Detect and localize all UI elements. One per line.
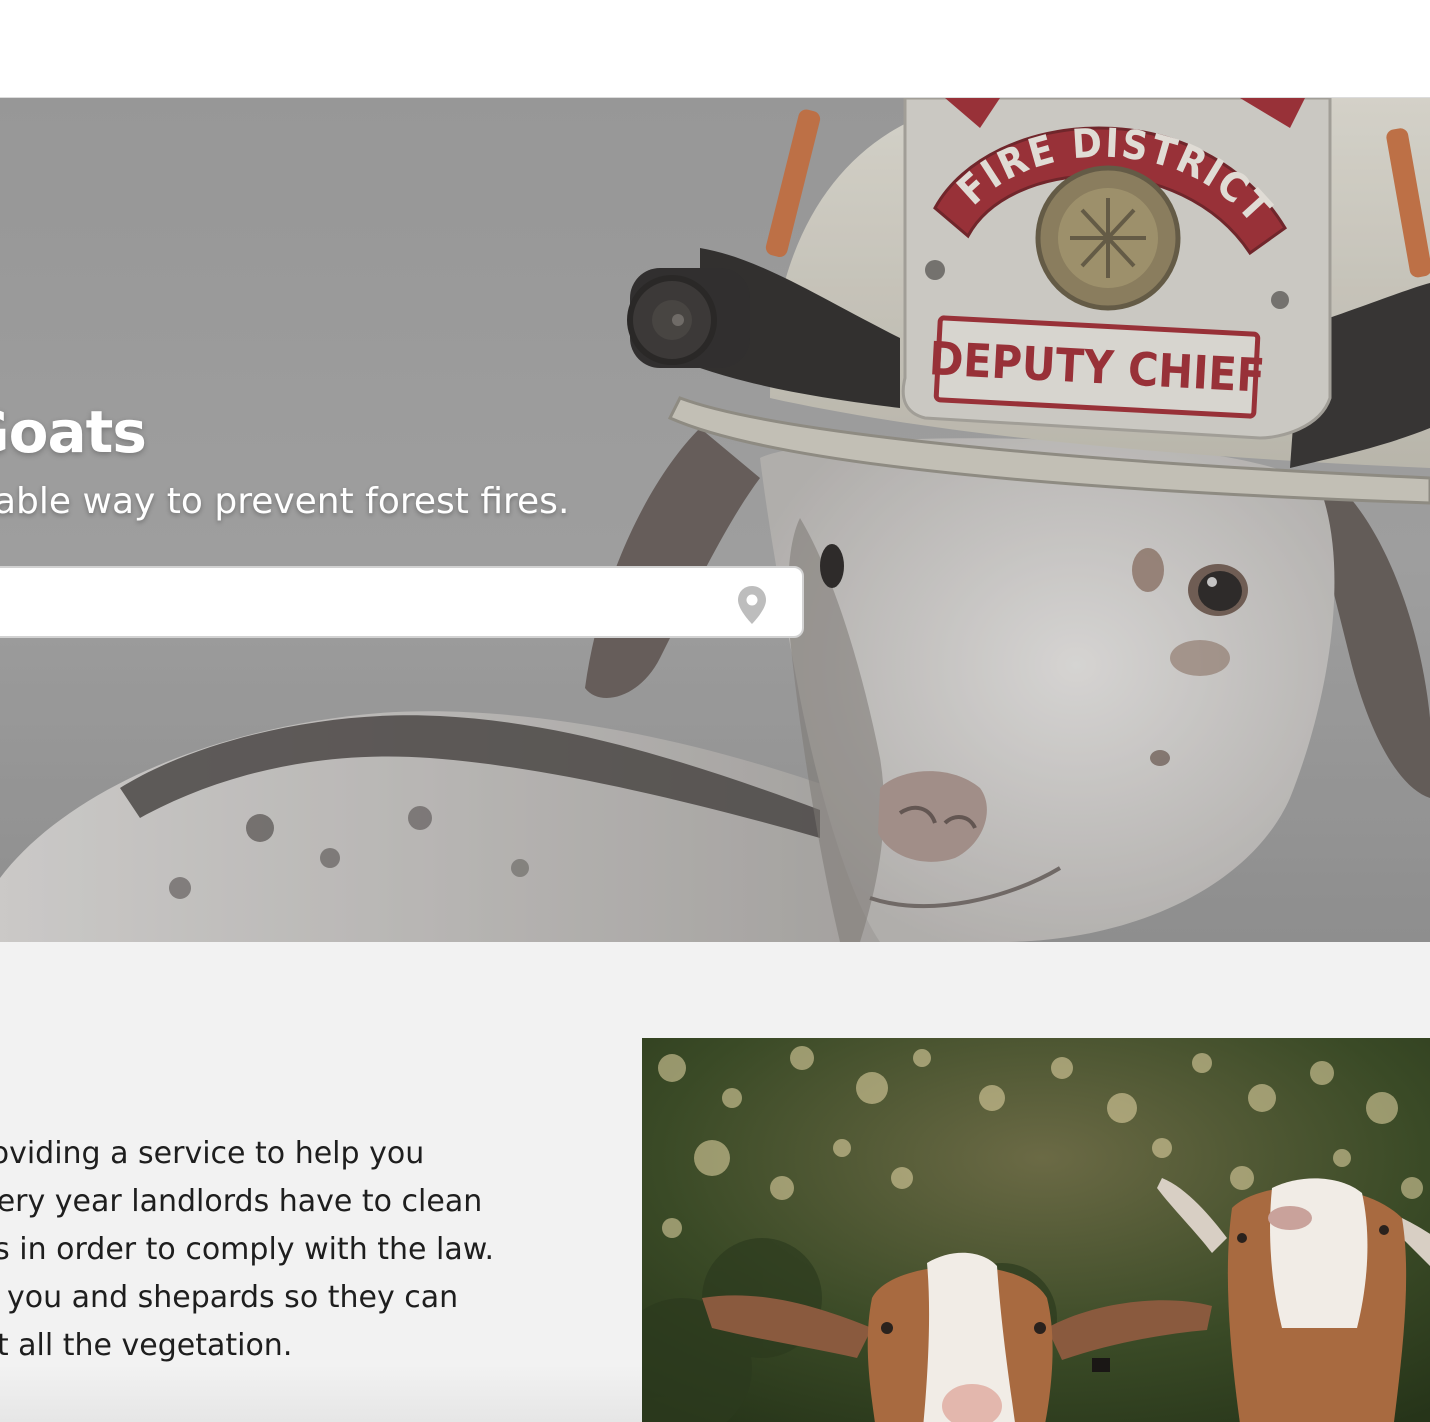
- about-line: Every year landlords have to clean: [0, 1184, 483, 1219]
- top-navigation-bar: [0, 0, 1430, 98]
- page: FIRE DISTRICT DEPUTY CHIEF Goats able wa…: [0, 0, 1430, 1422]
- two-goats-photo: [642, 1038, 1430, 1422]
- location-search-box[interactable]: [0, 566, 804, 638]
- about-description: providing a service to help you Every ye…: [0, 1130, 600, 1370]
- about-line: ses in order to comply with the law.: [0, 1232, 495, 1267]
- location-search-input[interactable]: [12, 578, 716, 628]
- about-section: providing a service to help you Every ye…: [0, 942, 1430, 1422]
- location-pin-icon[interactable]: [737, 585, 767, 625]
- about-line: providing a service to help you: [0, 1136, 425, 1171]
- hero-title: Goats: [0, 398, 147, 466]
- about-line: en you and shepards so they can: [0, 1280, 459, 1315]
- about-line: eat all the vegetation.: [0, 1328, 293, 1363]
- hero-section: FIRE DISTRICT DEPUTY CHIEF Goats able wa…: [0, 98, 1430, 942]
- hero-subtitle: able way to prevent forest fires.: [0, 481, 570, 522]
